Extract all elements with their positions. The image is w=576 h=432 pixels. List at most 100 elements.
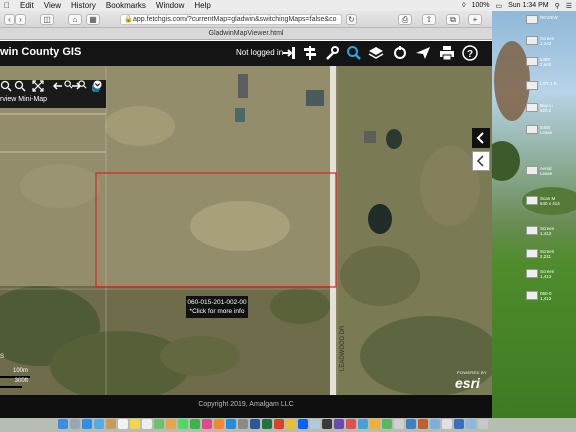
dock-apps — [58, 419, 526, 431]
messages-icon[interactable] — [178, 419, 188, 429]
menu-view[interactable]: View — [44, 1, 61, 10]
full-extent-icon[interactable] — [32, 80, 44, 92]
spotlight-icon[interactable]: ⚲ — [555, 2, 560, 10]
desktop-file[interactable]: 5485 2,660 — [526, 57, 574, 67]
directions-icon[interactable] — [302, 45, 318, 61]
apple-menu[interactable]:  — [4, 1, 10, 10]
address-bar[interactable]: 🔒 app.fetchgis.com/?currentMap=gladwin&s… — [120, 14, 342, 25]
battery-icon[interactable]: ▭ — [495, 2, 502, 10]
share-button[interactable]: ⇧ — [422, 14, 436, 25]
forward-button[interactable]: › — [15, 14, 26, 25]
mail-icon[interactable] — [94, 419, 104, 429]
map-view[interactable]: LEADWOOD DR rview Mini-Map 060-015-201-0… — [0, 66, 492, 395]
zoom-out-icon[interactable] — [14, 80, 26, 92]
new-tab-button[interactable]: + — [468, 14, 482, 25]
send-icon[interactable] — [415, 45, 431, 61]
scale-metric-label: 100m — [12, 368, 28, 374]
maps-icon[interactable] — [154, 419, 164, 429]
excel-icon[interactable] — [262, 419, 272, 429]
facetime-icon[interactable] — [190, 419, 200, 429]
desktop-file[interactable]: REVIEW — [526, 15, 574, 24]
finder-icon[interactable] — [58, 419, 68, 429]
trash-icon[interactable] — [478, 419, 488, 429]
parcel-popup[interactable]: 060-015-201-002-00 *Click for more info — [186, 296, 248, 318]
dock-app-icon[interactable] — [430, 419, 440, 429]
layers-icon[interactable] — [368, 45, 384, 61]
dock-app-icon[interactable] — [346, 419, 356, 429]
tab-title[interactable]: GladwinMapViewer.html — [0, 28, 492, 40]
file-thumbnail — [526, 125, 538, 134]
ibooks-icon[interactable] — [214, 419, 224, 429]
menu-bookmarks[interactable]: Bookmarks — [106, 1, 146, 10]
desktop-file[interactable]: Screen 1,413 — [526, 226, 574, 236]
dock-app-icon[interactable] — [394, 419, 404, 429]
notes-icon[interactable] — [130, 419, 140, 429]
calendar-icon[interactable] — [118, 419, 128, 429]
desktop-file[interactable]: Buy-Li 620.2 — [526, 103, 574, 113]
zoom-in-icon[interactable] — [0, 80, 12, 92]
contacts-icon[interactable] — [106, 419, 116, 429]
dock-app-icon[interactable] — [406, 419, 416, 429]
downloads-folder-icon[interactable] — [466, 419, 476, 429]
chrome-icon[interactable] — [286, 419, 296, 429]
wifi-icon[interactable]: ◊ — [462, 2, 465, 9]
wrench-icon[interactable] — [324, 45, 340, 61]
dock-app-icon[interactable] — [442, 419, 452, 429]
preview-icon[interactable] — [310, 419, 320, 429]
overview-collapse-icon[interactable] — [93, 80, 102, 89]
overview-zoom-out-icon[interactable] — [78, 80, 87, 89]
system-preferences-icon[interactable] — [238, 419, 248, 429]
launchpad-icon[interactable] — [70, 419, 80, 429]
dock-app-icon[interactable] — [322, 419, 332, 429]
dock-app-icon[interactable] — [454, 419, 464, 429]
desktop-file[interactable]: Scan M 640 x 414 — [526, 196, 574, 206]
search-icon[interactable] — [346, 45, 362, 61]
reminders-icon[interactable] — [142, 419, 152, 429]
dock-app-icon[interactable] — [382, 419, 392, 429]
home-button[interactable]: ⌂ — [68, 14, 82, 25]
login-icon[interactable] — [281, 45, 297, 61]
desktop-file[interactable]: Screen 1,242 — [526, 36, 574, 46]
tab-overview-button[interactable]: ▦ — [86, 14, 100, 25]
menu-history[interactable]: History — [71, 1, 96, 10]
print-icon[interactable] — [439, 45, 455, 61]
photos-icon[interactable] — [166, 419, 176, 429]
desktop-file[interactable]: Screen 2,211 — [526, 249, 574, 259]
menu-edit[interactable]: Edit — [20, 1, 34, 10]
file-thumbnail — [526, 81, 538, 90]
powerpoint-icon[interactable] — [274, 419, 284, 429]
panel-toggle-button[interactable] — [472, 128, 490, 148]
sidebar-button[interactable]: ◫ — [40, 14, 54, 25]
notification-center-icon[interactable]: ☰ — [566, 2, 572, 10]
menu-help[interactable]: Help — [194, 1, 210, 10]
print-button[interactable]: ⎙ — [398, 14, 412, 25]
menubar-clock[interactable]: Sun 1:34 PM — [508, 2, 548, 9]
menu-window[interactable]: Window — [156, 1, 184, 10]
desktop-file[interactable]: LOT 1 E — [526, 81, 574, 90]
desktop-file[interactable]: 5485 Lease — [526, 125, 574, 135]
reload-button[interactable]: ↻ — [346, 14, 357, 25]
tabs-button[interactable]: ⧉ — [446, 14, 460, 25]
file-thumbnail — [526, 226, 538, 235]
panel-toggle-secondary-button[interactable] — [472, 151, 490, 171]
itunes-icon[interactable] — [202, 419, 212, 429]
dock-app-icon[interactable] — [418, 419, 428, 429]
dock-app-icon[interactable] — [370, 419, 380, 429]
desktop-file[interactable]: Aerial Lease — [526, 166, 574, 176]
help-icon[interactable]: ? — [462, 45, 478, 61]
back-button[interactable]: ‹ — [4, 14, 15, 25]
dropbox-icon[interactable] — [298, 419, 308, 429]
word-icon[interactable] — [250, 419, 260, 429]
desktop-file[interactable]: Screen 1,413 — [526, 269, 574, 279]
desktop-file[interactable]: 060-0 1,413 — [526, 291, 574, 301]
browser-toolbar: ‹ › ◫ ⌂ ▦ 🔒 app.fetchgis.com/?currentMap… — [0, 11, 492, 28]
dock-app-icon[interactable] — [358, 419, 368, 429]
aerial-imagery[interactable]: LEADWOOD DR — [0, 66, 492, 395]
overview-zoom-in-icon[interactable] — [64, 80, 73, 89]
previous-extent-icon[interactable] — [52, 80, 64, 92]
app-store-icon[interactable] — [226, 419, 236, 429]
refresh-icon[interactable] — [392, 45, 408, 61]
chevron-left-icon — [476, 132, 484, 144]
safari-icon[interactable] — [82, 419, 92, 429]
dock-app-icon[interactable] — [334, 419, 344, 429]
